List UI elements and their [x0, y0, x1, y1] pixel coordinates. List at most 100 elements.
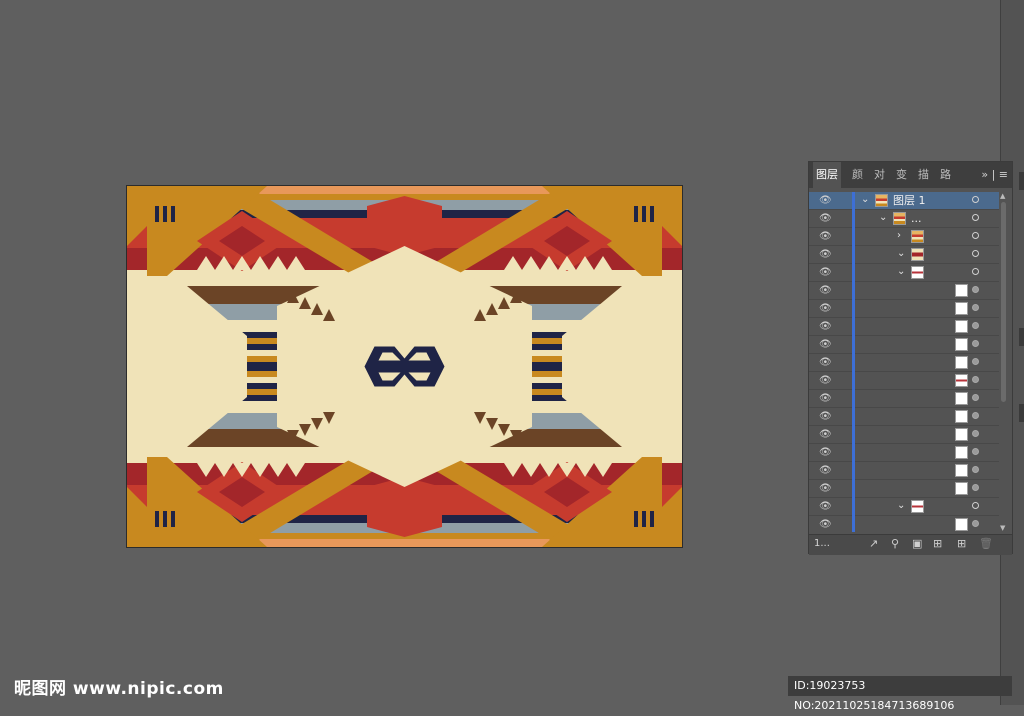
layer-row[interactable]: 👁 ⌄ [809, 498, 999, 516]
visibility-eye-icon[interactable]: 👁 [819, 214, 832, 224]
visibility-eye-icon[interactable]: 👁 [819, 484, 832, 494]
target-circle-icon[interactable] [972, 232, 979, 239]
target-circle-icon[interactable] [972, 394, 979, 401]
target-circle-icon[interactable] [972, 502, 979, 509]
layer-row[interactable]: 👁 [809, 282, 999, 300]
layer-row[interactable]: 👁 [809, 480, 999, 498]
layer-row[interactable]: 👁 [809, 300, 999, 318]
tribal-pattern-artwork[interactable] [127, 186, 682, 547]
layer-row[interactable]: 👁 [809, 354, 999, 372]
target-circle-icon[interactable] [972, 430, 979, 437]
artboard[interactable] [126, 185, 683, 548]
layer-row[interactable]: 👁 [809, 516, 999, 532]
trash-icon[interactable]: 🗑 [979, 537, 993, 551]
visibility-eye-icon[interactable]: 👁 [819, 340, 832, 350]
target-circle-icon[interactable] [972, 376, 979, 383]
target-circle-icon[interactable] [972, 466, 979, 473]
tab-stroke[interactable]: 描边 [915, 162, 935, 188]
clip-mask-icon[interactable]: ▣ [912, 537, 922, 551]
scroll-thumb[interactable] [1001, 202, 1006, 402]
layer-row[interactable]: 👁 [809, 372, 999, 390]
layer-row[interactable]: 👁 ⌄ [809, 246, 999, 264]
new-layer-icon[interactable]: ⊞ [957, 537, 966, 551]
layer-row[interactable]: 👁 [809, 408, 999, 426]
tab-color[interactable]: 颜色 [849, 162, 869, 188]
target-circle-icon[interactable] [972, 484, 979, 491]
corner-bar [171, 511, 175, 527]
layers-scrollbar[interactable]: ▲ ▼ [1000, 192, 1008, 532]
visibility-eye-icon[interactable]: 👁 [819, 196, 832, 206]
visibility-eye-icon[interactable]: 👁 [819, 268, 832, 278]
visibility-eye-icon[interactable]: 👁 [819, 286, 832, 296]
target-circle-icon[interactable] [972, 520, 979, 527]
target-circle-icon[interactable] [972, 358, 979, 365]
target-circle-icon[interactable] [972, 304, 979, 311]
tab-path[interactable]: 路径 [937, 162, 957, 188]
layers-list: 👁 ⌄ 图层 1 👁 ⌄... 👁 › 👁 ⌄ 👁 ⌄ 👁 👁 👁 👁 👁 👁 👁 👁 👁 👁 👁 👁 👁 ⌄ 👁 [809, 192, 999, 532]
visibility-eye-icon[interactable]: 👁 [819, 448, 832, 458]
layer-name[interactable]: 图层 1 [893, 194, 926, 208]
layer-color-bar [852, 228, 855, 246]
layer-row[interactable]: 👁 ⌄ [809, 264, 999, 282]
layer-color-bar [852, 336, 855, 354]
visibility-eye-icon[interactable]: 👁 [819, 304, 832, 314]
target-circle-icon[interactable] [972, 250, 979, 257]
chevron-right-icon[interactable]: › [897, 230, 901, 242]
visibility-eye-icon[interactable]: 👁 [819, 358, 832, 368]
visibility-eye-icon[interactable]: 👁 [819, 250, 832, 260]
target-circle-icon[interactable] [972, 286, 979, 293]
search-icon[interactable]: ⚲ [891, 537, 899, 551]
target-circle-icon[interactable] [972, 340, 979, 347]
chevron-down-icon[interactable]: ⌄ [861, 194, 869, 206]
scroll-up-icon[interactable]: ▲ [1000, 192, 1005, 200]
layer-row[interactable]: 👁 [809, 318, 999, 336]
target-circle-icon[interactable] [972, 448, 979, 455]
layer-name[interactable]: ... [911, 212, 922, 226]
panel-menu-icon[interactable]: » | ≡ [981, 162, 1008, 188]
tab-transform[interactable]: 变换 [893, 162, 913, 188]
corner-bar [650, 511, 654, 527]
target-circle-icon[interactable] [972, 196, 979, 203]
layer-row[interactable]: 👁 ⌄ 图层 1 [809, 192, 999, 210]
visibility-eye-icon[interactable]: 👁 [819, 322, 832, 332]
layer-color-bar [852, 300, 855, 318]
chevron-down-icon[interactable]: ⌄ [897, 500, 905, 512]
chevron-down-icon[interactable]: ⌄ [879, 212, 887, 224]
layer-color-bar [852, 282, 855, 300]
layer-row[interactable]: 👁 › [809, 228, 999, 246]
layer-row[interactable]: 👁 [809, 336, 999, 354]
visibility-eye-icon[interactable]: 👁 [819, 466, 832, 476]
visibility-eye-icon[interactable]: 👁 [819, 376, 832, 386]
visibility-eye-icon[interactable]: 👁 [819, 502, 832, 512]
layer-row[interactable]: 👁 [809, 426, 999, 444]
layer-thumbnail [955, 410, 968, 423]
layer-thumbnail [955, 302, 968, 315]
chevron-down-icon[interactable]: ⌄ [897, 248, 905, 260]
layer-row[interactable]: 👁 [809, 462, 999, 480]
layers-panel: 图层 颜色 对齐 变换 描边 路径 » | ≡ 👁⌄图层 1👁⌄...👁›👁⌄👁… [808, 161, 1013, 555]
visibility-eye-icon[interactable]: 👁 [819, 394, 832, 404]
target-circle-icon[interactable] [972, 412, 979, 419]
layer-row[interactable]: 👁 [809, 390, 999, 408]
dock-handle[interactable] [1019, 328, 1024, 346]
target-circle-icon[interactable] [972, 214, 979, 221]
tab-align[interactable]: 对齐 [871, 162, 891, 188]
new-sublayer-icon[interactable]: ⊞ [933, 537, 942, 551]
chevron-down-icon[interactable]: ⌄ [897, 266, 905, 278]
layer-row[interactable]: 👁 ⌄... [809, 210, 999, 228]
tab-layers[interactable]: 图层 [813, 162, 841, 188]
visibility-eye-icon[interactable]: 👁 [819, 232, 832, 242]
visibility-eye-icon[interactable]: 👁 [819, 430, 832, 440]
target-circle-icon[interactable] [972, 268, 979, 275]
target-circle-icon[interactable] [972, 322, 979, 329]
layer-thumbnail [955, 464, 968, 477]
visibility-eye-icon[interactable]: 👁 [819, 412, 832, 422]
layer-thumbnail [955, 482, 968, 495]
dock-handle[interactable] [1019, 172, 1024, 190]
visibility-eye-icon[interactable]: 👁 [819, 520, 832, 530]
layer-row[interactable]: 👁 [809, 444, 999, 462]
export-icon[interactable]: ↗ [869, 537, 878, 551]
dock-handle[interactable] [1019, 404, 1024, 422]
scroll-down-icon[interactable]: ▼ [1000, 524, 1005, 532]
layer-thumbnail [875, 194, 888, 207]
